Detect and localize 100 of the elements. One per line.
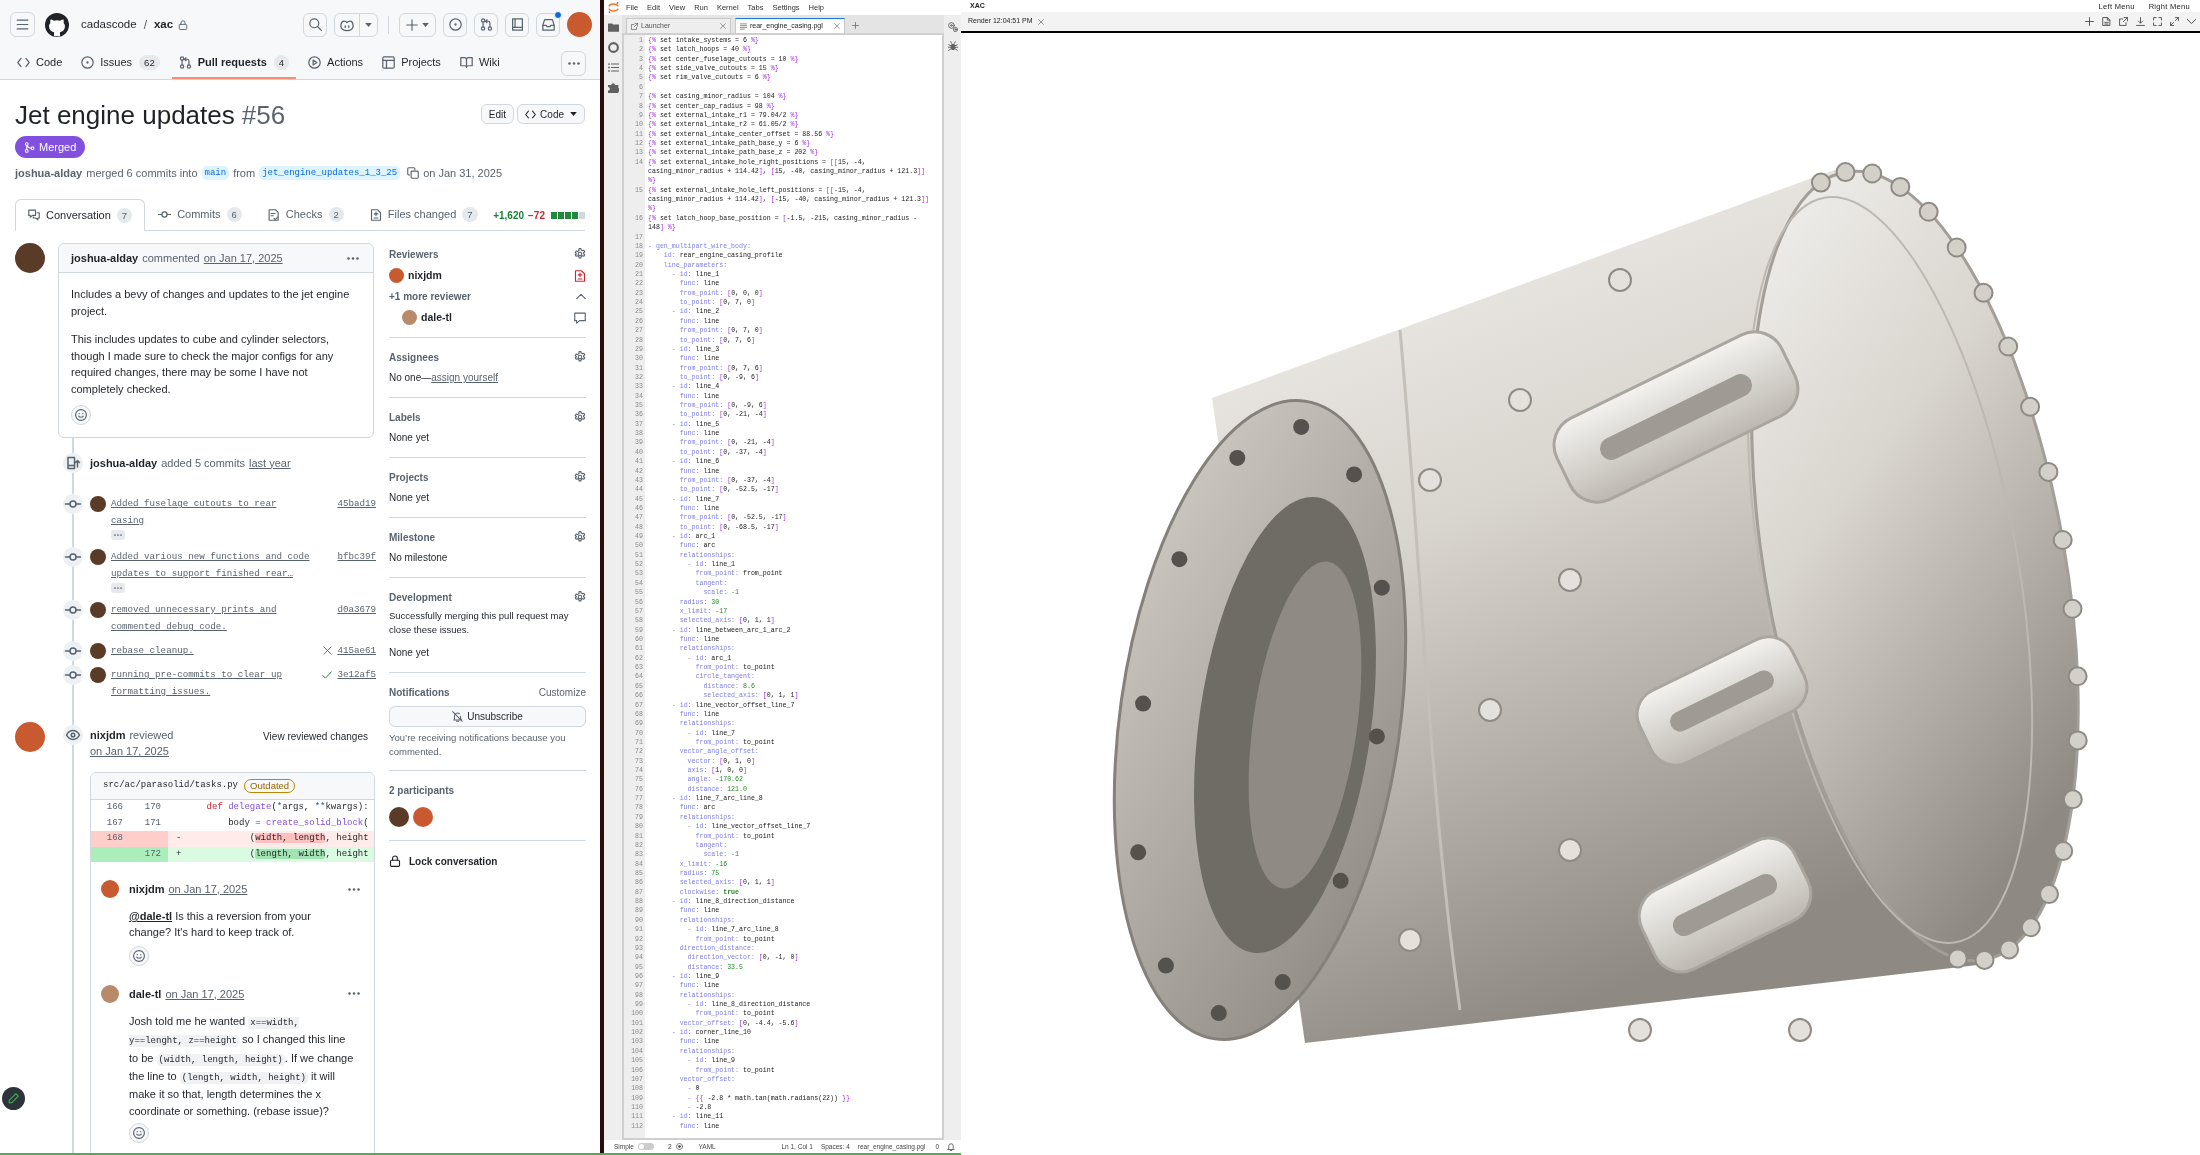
reaction-button[interactable] bbox=[129, 945, 149, 966]
expand-button[interactable] bbox=[111, 530, 125, 540]
settings-icon[interactable] bbox=[574, 471, 586, 483]
comment-text: This includes updates to cube and cylinder selectors, though I made sure to check the major configs for any required changes, there may be some I have not completely checked. bbox=[71, 332, 335, 397]
circle-dot-icon[interactable] bbox=[675, 1143, 683, 1150]
repo-nav-tab[interactable]: Wiki bbox=[452, 47, 507, 79]
commit-message-link[interactable]: running pre-commits to clear up formatting issues. bbox=[111, 666, 311, 700]
commit-message-link[interactable]: Added fuselage cutouts to rear casing bbox=[111, 495, 311, 529]
commit-hash-link[interactable]: bfbc39f bbox=[337, 549, 376, 564]
mode-toggle[interactable] bbox=[637, 1143, 654, 1150]
comment-author-link[interactable]: joshua-alday bbox=[71, 249, 139, 267]
participant-avatar[interactable] bbox=[389, 807, 409, 827]
pull-requests-button[interactable] bbox=[474, 12, 498, 37]
close-icon[interactable] bbox=[1037, 18, 1044, 25]
owner-link[interactable]: cadascode bbox=[81, 16, 137, 34]
comment-date-link[interactable]: on Jan 17, 2025 bbox=[165, 985, 245, 1003]
more-reviewers-button[interactable]: +1 more reviewer bbox=[389, 286, 586, 307]
repo-link[interactable]: xac bbox=[153, 16, 174, 34]
copy-icon[interactable] bbox=[407, 167, 420, 179]
issues-button[interactable] bbox=[443, 12, 467, 37]
reaction-button[interactable] bbox=[71, 405, 91, 425]
puzzle-piece-icon[interactable] bbox=[607, 82, 619, 93]
expand-icon[interactable] bbox=[2170, 17, 2179, 26]
mention-link[interactable]: @dale-tl bbox=[129, 910, 173, 922]
plus-icon[interactable] bbox=[852, 22, 859, 29]
diff-marker: + bbox=[176, 847, 182, 861]
user-avatar[interactable] bbox=[567, 12, 592, 38]
floating-edit-button[interactable] bbox=[2, 1087, 25, 1110]
logo-icon[interactable] bbox=[607, 2, 619, 13]
download-icon[interactable] bbox=[2136, 17, 2145, 26]
repo-nav-tab[interactable]: Issues 62 bbox=[74, 47, 167, 79]
edit-button[interactable]: Edit bbox=[480, 104, 515, 124]
document-icon[interactable] bbox=[2102, 17, 2111, 26]
lock-conversation-button[interactable]: Lock conversation bbox=[389, 853, 498, 869]
more-button[interactable] bbox=[561, 50, 586, 76]
repo-nav-tab[interactable]: Code bbox=[10, 47, 70, 79]
count-badge: 7 bbox=[462, 207, 478, 222]
external-link-icon[interactable] bbox=[2119, 17, 2128, 26]
bell-slash-icon bbox=[452, 711, 464, 722]
reviewer-name-link[interactable]: dale-tl bbox=[421, 309, 452, 326]
customize-link[interactable]: Customize bbox=[538, 684, 586, 700]
branch-label[interactable]: jet_engine_updates_1_3_25 bbox=[259, 166, 401, 180]
branch-label[interactable]: main bbox=[201, 166, 230, 180]
review-date-link[interactable]: on Jan 17, 2025 bbox=[90, 743, 169, 759]
reaction-button[interactable] bbox=[129, 1123, 149, 1144]
pr-tab[interactable]: Checks 2 bbox=[254, 199, 357, 230]
commit-message-link[interactable]: removed unnecessary prints and commented debug code. bbox=[111, 601, 311, 635]
comment-author-link[interactable]: nixjdm bbox=[129, 880, 165, 898]
unsubscribe-button[interactable]: Unsubscribe bbox=[389, 706, 586, 727]
commit-hash-link[interactable]: 415ae61 bbox=[337, 643, 376, 658]
bug-icon[interactable] bbox=[947, 41, 958, 51]
chevron-down-icon[interactable] bbox=[2187, 19, 2196, 24]
line-number: 171 bbox=[144, 816, 161, 830]
fullscreen-icon[interactable] bbox=[2153, 17, 2162, 26]
plus-icon[interactable] bbox=[2085, 17, 2094, 26]
comment-author-link[interactable]: dale-tl bbox=[129, 985, 162, 1003]
diff-code-line: body = create_solid_block( bbox=[227, 816, 369, 830]
commit-hash-link[interactable]: 3e12af5 bbox=[337, 667, 376, 682]
text-lines-icon bbox=[740, 22, 747, 30]
settings-icon[interactable] bbox=[574, 591, 586, 603]
settings-icon[interactable] bbox=[574, 411, 586, 423]
event-time-link[interactable]: last year bbox=[249, 454, 291, 472]
repo-nav-tab[interactable]: Pull requests 4 bbox=[171, 47, 297, 79]
reviewer-name-link[interactable]: nixjdm bbox=[408, 267, 442, 284]
commit-message-link[interactable]: rebase cleanup. bbox=[111, 642, 194, 659]
commit-hash-link[interactable]: 45bad19 bbox=[337, 496, 376, 511]
participant-avatar[interactable] bbox=[413, 807, 433, 827]
settings-icon[interactable] bbox=[574, 248, 586, 260]
pr-tab[interactable]: Files changed 7 bbox=[356, 199, 491, 230]
cat-logo-icon[interactable] bbox=[45, 12, 69, 37]
repo-nav-tab[interactable]: Projects bbox=[375, 47, 448, 79]
event-author-link[interactable]: joshua-alday bbox=[90, 454, 158, 472]
folder-icon[interactable] bbox=[607, 22, 619, 33]
commit-icon bbox=[158, 208, 172, 221]
code-button[interactable]: Code bbox=[517, 104, 585, 124]
comment-date-link[interactable]: on Jan 17, 2025 bbox=[203, 249, 283, 267]
gears-icon[interactable] bbox=[947, 22, 958, 32]
library-button[interactable] bbox=[505, 12, 529, 37]
author-link[interactable]: joshua-alday bbox=[15, 164, 83, 182]
view-changes-button[interactable]: View reviewed changes bbox=[263, 729, 368, 744]
commit-icon bbox=[63, 640, 83, 661]
ring-icon[interactable] bbox=[607, 42, 619, 53]
commit-message-link[interactable]: Added various new functions and code updates to support finished rear… bbox=[111, 548, 311, 582]
bell-icon[interactable] bbox=[947, 1142, 955, 1151]
review-author-link[interactable]: nixjdm bbox=[90, 727, 126, 743]
close-icon[interactable] bbox=[834, 23, 840, 29]
sidebar-heading: Reviewers bbox=[389, 247, 439, 262]
pr-tab[interactable]: Commits 6 bbox=[145, 199, 255, 230]
assign-yourself-link[interactable]: assign yourself bbox=[431, 372, 498, 383]
repo-nav-tab[interactable]: Actions bbox=[301, 47, 371, 79]
search-button[interactable] bbox=[303, 12, 327, 37]
comment-date-link[interactable]: on Jan 17, 2025 bbox=[168, 880, 248, 898]
expand-button[interactable] bbox=[111, 583, 125, 593]
settings-icon[interactable] bbox=[574, 351, 586, 363]
inbox-button[interactable] bbox=[536, 12, 560, 37]
settings-icon[interactable] bbox=[574, 531, 586, 543]
menu-button[interactable] bbox=[10, 12, 35, 38]
commit-hash-link[interactable]: d0a3679 bbox=[337, 602, 376, 617]
list-icon[interactable] bbox=[607, 62, 619, 73]
pr-tab[interactable]: Conversation 7 bbox=[15, 199, 146, 231]
